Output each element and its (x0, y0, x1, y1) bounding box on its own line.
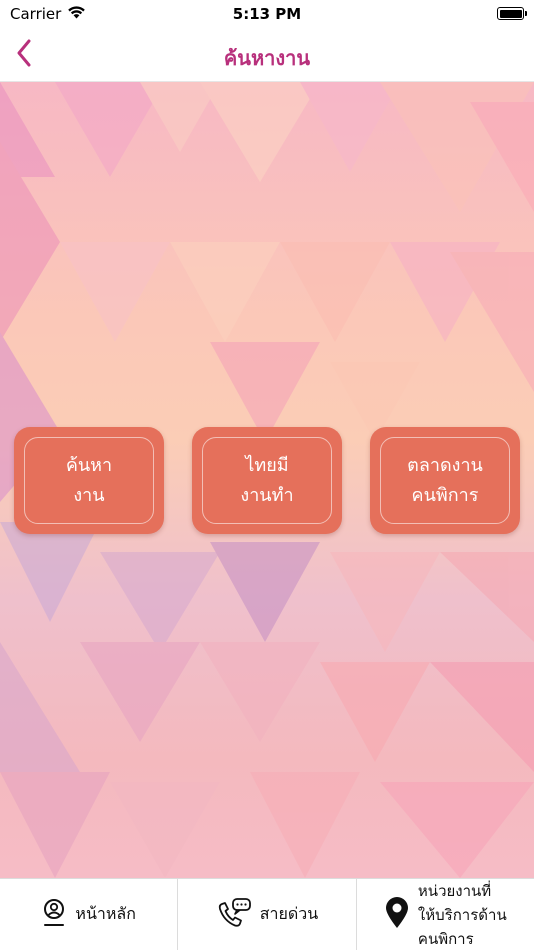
navigation-bar: ค้นหางาน (0, 30, 534, 82)
tab-disability-services-label: หน่วยงานที่ ให้บริการด้าน คนพิการ (418, 879, 507, 950)
tab-home-label: หน้าหลัก (75, 904, 136, 923)
tab-hotline-label: สายด่วน (259, 904, 319, 923)
menu-tile-frame: ค้นหา งาน (24, 437, 154, 524)
phone-chat-icon (216, 897, 252, 933)
person-icon (41, 898, 67, 932)
menu-tile-frame: ตลาดงาน คนพิการ (380, 437, 510, 524)
status-time: 5:13 PM (232, 5, 302, 23)
battery-icon (497, 7, 527, 20)
menu-tile-thai-mee-ngan-tham[interactable]: ไทยมี งานทำ (192, 427, 342, 534)
menu-tile-search-jobs[interactable]: ค้นหา งาน (14, 427, 164, 534)
tab-bar: หน้าหลัก สายด่วน หน่วยงานที่ ให้บริการด้… (0, 878, 534, 950)
battery-level (499, 9, 522, 18)
tab-disability-services[interactable]: หน่วยงานที่ ให้บริการด้าน คนพิการ (357, 879, 534, 950)
menu-tile-label-line1: ค้นหา (65, 454, 113, 476)
menu-tile-label-line2: งาน (73, 484, 105, 506)
menu-tile-frame: ไทยมี งานทำ (202, 437, 332, 524)
content-area: ค้นหา งาน ไทยมี งานทำ ตลาดงาน คนพิการ (0, 82, 534, 878)
tab-home[interactable]: หน้าหลัก (0, 879, 179, 950)
menu-tile-label-line1: ไทยมี (245, 454, 289, 476)
menu-tile-label-line1: ตลาดงาน (407, 454, 483, 476)
location-pin-icon (384, 896, 410, 934)
tab-label-line3: คนพิการ (417, 929, 474, 948)
tab-label-line1: หน่วยงานที่ (417, 881, 492, 900)
menu-tile-label-line2: คนพิการ (411, 484, 479, 506)
page-title: ค้นหางาน (223, 46, 311, 70)
tab-label-line2: ให้บริการด้าน (417, 905, 507, 924)
menu-tile-disabled-job-market[interactable]: ตลาดงาน คนพิการ (370, 427, 520, 534)
status-bar: Carrier 5:13 PM (0, 0, 534, 30)
menu-tile-label-line2: งานทำ (240, 484, 294, 506)
screen: Carrier 5:13 PM ค้นหางาน ค้นหา งาน ไทยมี… (0, 0, 534, 950)
tab-hotline[interactable]: สายด่วน (178, 879, 357, 950)
